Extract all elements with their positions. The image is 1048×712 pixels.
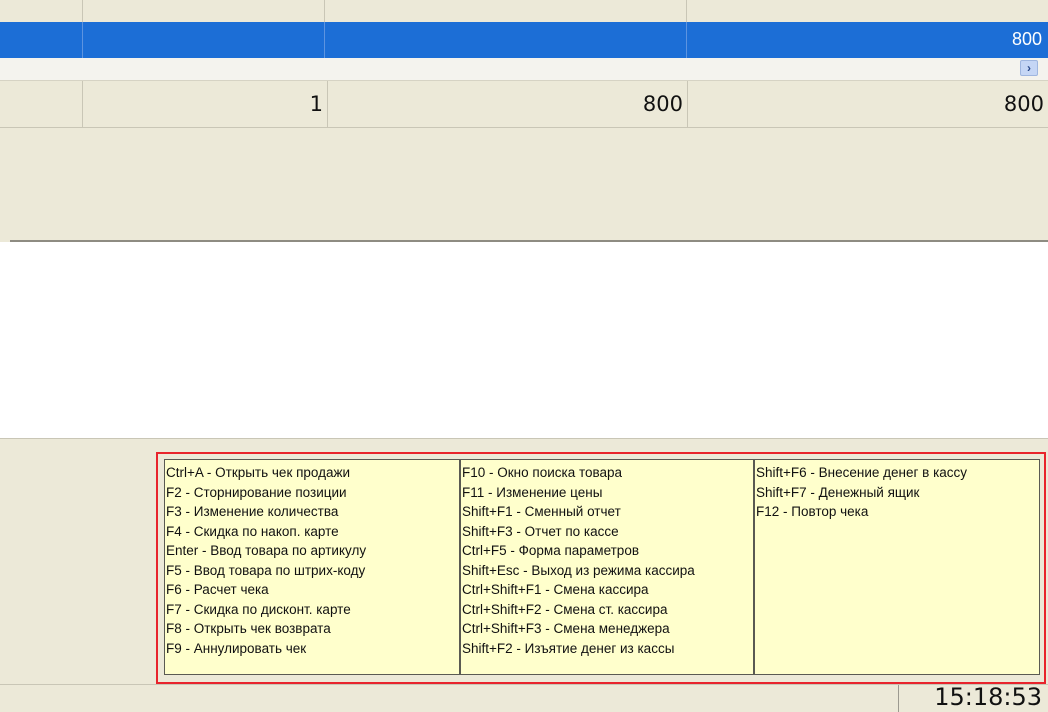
hotkey-help-panel: Ctrl+A - Открыть чек продажи F2 - Сторни… <box>156 452 1046 684</box>
hotkey-item: Shift+F7 - Денежный ящик <box>756 484 920 500</box>
hotkey-item: Ctrl+Shift+F1 - Смена кассира <box>462 582 649 597</box>
chevron-right-icon[interactable]: › <box>1020 60 1038 76</box>
hotkey-column-1: Ctrl+A - Открыть чек продажи F2 - Сторни… <box>164 459 460 675</box>
row-sum-value: 800 <box>1011 29 1042 49</box>
table-cell-sum[interactable]: 800 <box>687 22 1048 58</box>
hotkey-item: F10 - Окно поиска товара <box>462 465 623 480</box>
table-cell[interactable] <box>83 22 325 58</box>
totals-row: 1 800 800 <box>0 81 1048 128</box>
hotkey-item: F4 - Скидка по накоп. карте <box>166 523 339 539</box>
info-panel <box>0 128 1048 240</box>
hotkey-item: F12 - Повтор чека <box>756 504 869 519</box>
hotkey-item: Ctrl+F5 - Форма параметров <box>462 543 639 558</box>
clock: 15:18:53 <box>934 683 1042 711</box>
hotkey-item: F8 - Открыть чек возврата <box>166 621 331 636</box>
status-divider <box>898 685 899 712</box>
hotkey-item: Shift+F2 - Изъятие денег из кассы <box>462 640 675 656</box>
selected-table-row[interactable]: 800 <box>0 22 1048 58</box>
hotkey-item: F7 - Скидка по дисконт. карте <box>166 601 351 617</box>
hotkey-item: F5 - Ввод товара по штрих-коду <box>166 562 366 578</box>
hotkey-item: Ctrl+A - Открыть чек продажи <box>166 465 351 480</box>
grid-header-strip <box>0 0 1048 22</box>
totals-quantity: 1 <box>83 81 328 127</box>
hotkey-item: F2 - Сторнирование позиции <box>166 484 347 500</box>
totals-cell-empty <box>0 81 83 127</box>
status-bar: 15:18:53 <box>0 683 1048 712</box>
hotkey-item: Shift+F1 - Сменный отчет <box>462 504 621 519</box>
hotkey-item: F9 - Аннулировать чек <box>166 640 307 656</box>
hotkey-item: Shift+F3 - Отчет по кассе <box>462 523 619 539</box>
hotkey-column-2: F10 - Окно поиска товара F11 - Изменение… <box>460 459 754 675</box>
hotkey-column-3: Shift+F6 - Внесение денег в кассу Shift+… <box>754 459 1040 675</box>
column-divider <box>324 0 325 22</box>
horizontal-scrollbar[interactable]: › <box>0 58 1048 81</box>
column-divider <box>686 0 687 22</box>
hotkey-item: F11 - Изменение цены <box>462 484 603 500</box>
totals-sum: 800 <box>1003 92 1044 116</box>
totals-price: 800 <box>328 81 688 127</box>
column-divider <box>82 0 83 22</box>
hotkey-item: Enter - Ввод товара по артикулу <box>166 543 367 558</box>
table-cell[interactable] <box>325 22 687 58</box>
table-cell[interactable] <box>0 22 83 58</box>
hotkey-item: Shift+Esc - Выход из режима кассира <box>462 562 695 578</box>
hotkey-item: F6 - Расчет чека <box>166 582 269 597</box>
hotkey-item: Ctrl+Shift+F3 - Смена менеджера <box>462 621 670 636</box>
hotkey-item: Ctrl+Shift+F2 - Смена ст. кассира <box>462 601 668 617</box>
content-panel <box>0 242 1048 439</box>
hotkey-item: F3 - Изменение количества <box>166 504 339 519</box>
hotkey-item: Shift+F6 - Внесение денег в кассу <box>756 465 968 480</box>
